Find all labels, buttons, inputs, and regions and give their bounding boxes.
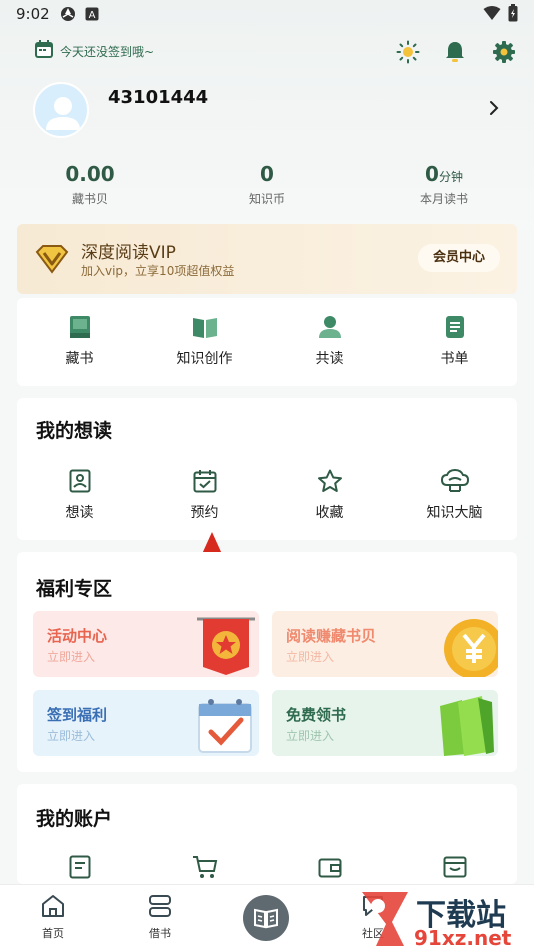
stat-label: 藏书贝 — [71, 192, 108, 206]
wifi-icon — [483, 5, 501, 25]
section-title: 福利专区 — [36, 578, 113, 600]
badge-ribbon-icon — [197, 617, 255, 675]
want-read-item[interactable]: 知识大脑 — [392, 468, 517, 522]
account-item-wallet[interactable] — [267, 854, 392, 880]
stat-unit: 分钟 — [438, 170, 463, 184]
stats-row: 0.00 藏书贝 0 知识币 0分钟 本月读书 — [0, 162, 534, 212]
nav-borrow[interactable]: 借书 — [130, 893, 190, 941]
shortcut-creation[interactable]: 知识创作 — [142, 314, 267, 368]
shortcuts-card: 藏书 知识创作 共读 书单 — [17, 298, 517, 386]
vip-diamond-icon — [35, 244, 69, 278]
shortcut-label: 知识创作 — [176, 351, 233, 367]
section-title: 我的想读 — [36, 420, 113, 442]
shortcut-label: 藏书 — [65, 351, 94, 367]
open-book-icon — [142, 314, 267, 340]
chevron-right-icon[interactable] — [489, 100, 499, 120]
shortcut-booklist[interactable]: 书单 — [392, 314, 517, 368]
a-box-icon: A — [85, 6, 99, 25]
calendar-check-icon — [142, 468, 267, 494]
theme-sun-icon[interactable] — [396, 40, 420, 64]
battery-icon — [508, 4, 518, 26]
wallet-icon — [267, 854, 392, 880]
vip-title: 深度阅读VIP — [81, 243, 176, 263]
benefit-subtitle: 立即进入 — [286, 729, 335, 743]
member-center-button[interactable]: 会员中心 — [418, 244, 500, 272]
stat-collection-coins[interactable]: 0.00 藏书贝 — [40, 162, 140, 207]
benefit-subtitle: 立即进入 — [47, 650, 96, 664]
account-item-orders[interactable] — [17, 854, 142, 880]
home-icon — [42, 895, 64, 917]
item-label: 想读 — [65, 505, 94, 521]
user-id: 43101444 — [108, 87, 209, 108]
settings-gear-icon[interactable] — [492, 40, 516, 64]
benefits-card: 福利专区 活动中心 立即进入 阅读赚藏书贝 立即进入 签到福利 立即进入 免费领 — [17, 552, 517, 772]
checkin-text: 今天还没签到哦~ — [60, 44, 155, 59]
section-title: 我的账户 — [36, 808, 113, 830]
benefit-subtitle: 立即进入 — [286, 650, 335, 664]
benefit-title: 活动中心 — [47, 627, 108, 645]
nav-label: 首页 — [42, 927, 64, 940]
shortcut-label: 共读 — [315, 351, 344, 367]
item-label: 收藏 — [315, 505, 344, 521]
benefit-checkin[interactable]: 签到福利 立即进入 — [33, 690, 259, 756]
svg-text:A: A — [89, 10, 96, 21]
watermark-mark-icon — [362, 892, 408, 946]
reader-button[interactable] — [243, 895, 289, 941]
checkin-banner[interactable]: 今天还没签到哦~ — [34, 40, 154, 62]
benefit-activity-center[interactable]: 活动中心 立即进入 — [33, 611, 259, 677]
watermark-line2: 91xz.net — [414, 926, 512, 950]
benefit-title: 阅读赚藏书贝 — [286, 627, 377, 645]
stat-knowledge-coins[interactable]: 0 知识币 — [217, 162, 317, 207]
benefit-title: 签到福利 — [47, 706, 108, 724]
want-read-item[interactable]: 想读 — [17, 468, 142, 522]
status-bar: 9:02 A — [0, 0, 534, 28]
benefit-read-earn[interactable]: 阅读赚藏书贝 立即进入 — [272, 611, 498, 677]
want-read-item[interactable]: 预约 — [142, 468, 267, 522]
stat-label: 本月读书 — [419, 192, 468, 206]
star-icon — [267, 468, 392, 494]
account-item-cart[interactable] — [142, 854, 267, 880]
aperture-icon — [60, 6, 76, 26]
card-box-icon — [392, 854, 517, 880]
cart-icon — [142, 854, 267, 880]
benefit-free-books[interactable]: 免费领书 立即进入 — [272, 690, 498, 756]
calendar-icon — [34, 39, 54, 63]
brain-cloud-icon — [392, 468, 517, 494]
benefit-subtitle: 立即进入 — [47, 729, 96, 743]
stack-icon — [149, 895, 171, 917]
stat-monthly-reading[interactable]: 0分钟 本月读书 — [394, 162, 494, 207]
reader-book-icon — [254, 908, 278, 929]
shortcut-label: 书单 — [440, 351, 469, 367]
account-item-cards[interactable] — [392, 854, 517, 880]
avatar[interactable] — [33, 82, 89, 138]
vip-subtitle: 加入vip，立享10项超值权益 — [81, 264, 235, 278]
green-books-icon — [440, 696, 494, 756]
nav-label: 借书 — [149, 927, 171, 940]
stat-value: 0.00 — [65, 162, 115, 186]
item-label: 预约 — [190, 505, 219, 521]
stat-value: 0 — [260, 162, 274, 186]
benefit-title: 免费领书 — [286, 706, 347, 724]
item-label: 知识大脑 — [426, 505, 483, 521]
id-card-icon — [17, 468, 142, 494]
list-doc-icon — [392, 314, 517, 340]
want-read-card: 我的想读 想读 预约 收藏 知识大脑 — [17, 398, 517, 540]
watermark-logo: 下载站 91xz.net — [356, 888, 534, 950]
shortcut-collection[interactable]: 藏书 — [17, 314, 142, 368]
coin-yen-icon — [444, 619, 498, 677]
bell-icon[interactable] — [443, 40, 467, 64]
nav-home[interactable]: 首页 — [23, 893, 83, 941]
calendar-check-illustration-icon — [198, 699, 252, 753]
vip-banner[interactable]: 深度阅读VIP 加入vip，立享10项超值权益 会员中心 — [17, 224, 517, 294]
document-edit-icon — [17, 854, 142, 880]
want-read-item[interactable]: 收藏 — [267, 468, 392, 522]
book-icon — [17, 314, 142, 340]
shortcut-coreading[interactable]: 共读 — [267, 314, 392, 368]
stat-label: 知识币 — [248, 192, 285, 206]
stat-value: 0 — [425, 162, 439, 186]
account-card: 我的账户 — [17, 784, 517, 884]
person-icon — [267, 314, 392, 340]
status-time: 9:02 — [16, 5, 50, 23]
